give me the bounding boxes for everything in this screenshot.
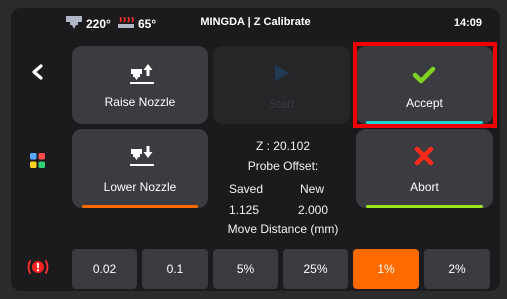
abort-button[interactable]: Abort <box>356 129 493 208</box>
lower-nozzle-icon <box>130 145 154 172</box>
move-distance-option-5pct[interactable]: 5% <box>213 249 278 289</box>
abort-accent-bar <box>366 205 483 208</box>
probe-offset-label: Probe Offset: <box>247 159 319 173</box>
accept-button[interactable]: Accept <box>356 46 493 124</box>
check-icon <box>412 66 436 89</box>
app-grid-icon[interactable] <box>30 153 45 173</box>
raise-nozzle-button[interactable]: Raise Nozzle <box>72 46 208 124</box>
start-button[interactable]: Start <box>213 46 350 124</box>
screen-title: MINGDA | Z Calibrate <box>200 16 311 28</box>
new-label: New <box>300 182 325 196</box>
move-distance-option-2pct[interactable]: 2% <box>424 249 490 289</box>
back-chevron-icon[interactable] <box>31 64 45 85</box>
play-icon <box>274 64 290 87</box>
lower-accent-bar <box>82 205 198 208</box>
cross-icon <box>414 146 434 171</box>
clock: 14:09 <box>453 17 482 29</box>
z-position: Z : 20.102 <box>255 139 311 153</box>
move-distance-label: Move Distance (mm) <box>227 222 339 236</box>
new-offset-value: 2.000 <box>298 203 329 217</box>
move-distance-option-0.1[interactable]: 0.1 <box>142 249 208 289</box>
raise-nozzle-label: Raise Nozzle <box>104 95 176 109</box>
printer-screen: 220° 65° MINGDA | Z Calibrate 14:09 Rais… <box>11 8 500 291</box>
emergency-stop-icon[interactable] <box>27 259 49 280</box>
move-distance-option-0.02[interactable]: 0.02 <box>72 249 137 289</box>
status-bar: 220° 65° MINGDA | Z Calibrate 14:09 <box>11 8 500 40</box>
accept-label: Accept <box>406 96 443 110</box>
start-label: Start <box>268 97 295 111</box>
lower-nozzle-button[interactable]: Lower Nozzle <box>72 129 208 208</box>
lower-nozzle-label: Lower Nozzle <box>103 180 177 194</box>
move-distance-option-25pct[interactable]: 25% <box>283 249 348 289</box>
saved-label: Saved <box>229 182 264 196</box>
accept-accent-bar <box>366 121 483 124</box>
abort-label: Abort <box>410 180 439 194</box>
move-distance-option-1pct-selected[interactable]: 1% <box>353 249 419 289</box>
saved-offset-value: 1.125 <box>229 203 260 217</box>
raise-nozzle-icon <box>130 63 154 90</box>
